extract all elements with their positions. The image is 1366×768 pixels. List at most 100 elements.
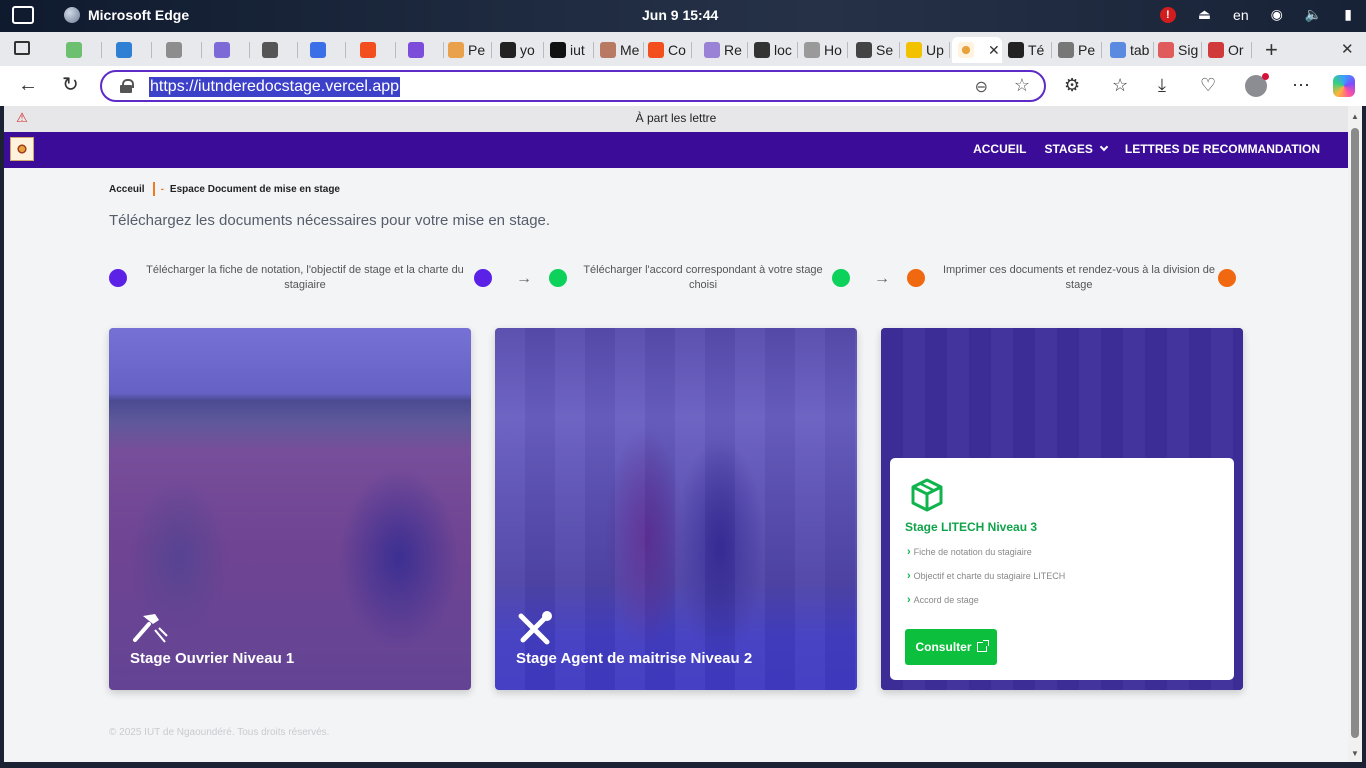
clock[interactable]: Jun 9 15:44	[642, 7, 718, 23]
profile-avatar[interactable]	[1245, 73, 1269, 97]
tab-label: Re	[724, 42, 742, 58]
browser-tab[interactable]	[310, 37, 346, 63]
scroll-up-icon[interactable]: ▲	[1351, 112, 1359, 121]
step-1-end-dot	[474, 269, 492, 287]
tab-favicon-icon	[66, 42, 82, 58]
tab-favicon-icon	[550, 42, 566, 58]
new-tab-button[interactable]: +	[1265, 37, 1278, 63]
consult-button[interactable]: Consulter	[905, 629, 997, 665]
external-link-icon	[976, 640, 989, 652]
browser-tab[interactable]	[214, 37, 250, 63]
chevron-right-icon: ›	[907, 570, 911, 582]
alert-icon[interactable]: !	[1159, 6, 1176, 23]
card-title: Stage LITECH Niveau 3	[905, 520, 1038, 534]
refresh-icon[interactable]: ↻	[62, 75, 79, 95]
favorite-star-icon[interactable]: ☆	[1014, 75, 1030, 96]
browser-tab[interactable]: Me	[600, 37, 644, 63]
browser-tab[interactable]	[408, 37, 444, 63]
system-tray: ! ⏏ en ◉ 🔈 ▮	[1159, 6, 1352, 23]
browser-tab[interactable]: tab	[1110, 37, 1154, 63]
browser-tab[interactable]: iut	[550, 37, 594, 63]
cube-icon	[911, 478, 943, 512]
tab-favicon-icon	[856, 42, 872, 58]
browser-tab[interactable]: Up	[906, 37, 950, 63]
browser-tab[interactable]: Pe	[1058, 37, 1102, 63]
browser-tab[interactable]	[66, 37, 102, 63]
breadcrumb-home[interactable]: Acceuil	[109, 184, 145, 195]
tab-label: yo	[520, 42, 535, 58]
tab-favicon-icon	[804, 42, 820, 58]
active-app[interactable]: Microsoft Edge	[12, 6, 189, 24]
copilot-icon[interactable]	[1333, 75, 1355, 97]
tab-favicon-icon	[214, 42, 230, 58]
tab-label: iut	[570, 42, 585, 58]
health-icon[interactable]: ♡	[1200, 75, 1216, 95]
site-logo[interactable]	[10, 137, 34, 161]
browser-tab[interactable]: yo	[500, 37, 544, 63]
browser-tab[interactable]: Or	[1208, 37, 1252, 63]
browser-tab[interactable]: Co	[648, 37, 692, 63]
browser-tab[interactable]: Té	[1008, 37, 1052, 63]
workspace-icon[interactable]	[12, 6, 34, 24]
tab-favicon-icon	[360, 42, 376, 58]
close-window-icon[interactable]: ✕	[1341, 40, 1354, 58]
nav-stages[interactable]: STAGES	[1044, 142, 1109, 156]
scrollbar-thumb[interactable]	[1351, 128, 1359, 738]
chevron-right-icon: ›	[907, 546, 911, 558]
step-3-text: Imprimer ces documents et rendez-vous à …	[942, 264, 1216, 291]
lock-icon[interactable]	[120, 79, 134, 93]
announcement-banner: ⚠ À part les lettre	[4, 106, 1348, 132]
browser-tab-active[interactable]: ✕	[952, 37, 1002, 63]
volume-icon[interactable]: 🔈	[1305, 6, 1322, 23]
page-scrollbar[interactable]: ▲ ▼	[1348, 106, 1362, 762]
favorites-icon[interactable]: ☆	[1112, 75, 1128, 95]
card-stage-ouvrier[interactable]: Stage Ouvrier Niveau 1	[109, 328, 471, 690]
downloads-icon[interactable]: ⤓	[1158, 75, 1166, 95]
browser-tab[interactable]	[360, 37, 396, 63]
tab-favicon-icon	[1008, 42, 1024, 58]
browser-tab[interactable]	[166, 37, 202, 63]
extensions-icon[interactable]: ⚙	[1064, 75, 1080, 95]
browser-tab[interactable]: Se	[856, 37, 900, 63]
tab-actions-icon[interactable]	[14, 41, 30, 55]
url-text[interactable]: https://iutnderedocstage.vercel.app	[149, 77, 401, 97]
tab-favicon-icon	[704, 42, 720, 58]
consult-button-label: Consulter	[915, 640, 972, 654]
list-item: › Fiche de notation du stagiaire	[907, 546, 1032, 558]
browser-tab[interactable]: Re	[704, 37, 748, 63]
tab-favicon-icon	[1208, 42, 1224, 58]
tab-favicon-icon	[166, 42, 182, 58]
chevron-down-icon	[1099, 142, 1109, 152]
scroll-down-icon[interactable]: ▼	[1351, 749, 1359, 758]
browser-tab[interactable]: Pe	[448, 37, 492, 63]
nav-home[interactable]: ACCUEIL	[973, 142, 1026, 156]
card-stage-litech[interactable]: Stage LITECH Niveau 3 › Fiche de notation…	[881, 328, 1243, 690]
close-tab-icon[interactable]: ✕	[988, 42, 1000, 59]
language-indicator[interactable]: en	[1233, 7, 1249, 23]
list-item: › Objectif et charte du stagiaire LITECH	[907, 570, 1066, 582]
wifi-icon[interactable]: ◉	[1271, 6, 1283, 23]
tab-label: Pe	[468, 42, 486, 58]
tab-label: loc	[774, 42, 792, 58]
browser-tab[interactable]: loc	[754, 37, 798, 63]
browser-tab[interactable]	[262, 37, 298, 63]
tools-icon	[518, 611, 552, 645]
battery-icon[interactable]: ▮	[1344, 6, 1352, 23]
tab-favicon-icon	[1158, 42, 1174, 58]
breadcrumb-separator	[152, 182, 155, 196]
card-stage-agent-maitrise[interactable]: Stage Agent de maitrise Niveau 2	[495, 328, 857, 690]
browser-tab[interactable]	[116, 37, 152, 63]
zoom-icon[interactable]: ⊖	[975, 77, 988, 97]
tab-label: Up	[926, 42, 944, 58]
tab-favicon-icon	[754, 42, 770, 58]
back-icon[interactable]: ←	[18, 75, 38, 95]
nav-letters[interactable]: LETTRES DE RECOMMANDATION	[1125, 142, 1320, 156]
more-menu-icon[interactable]: ⋯	[1292, 75, 1310, 95]
step-2-text: Télécharger l'accord correspondant à vot…	[583, 264, 823, 291]
upload-icon[interactable]: ⏏	[1198, 6, 1211, 23]
browser-tab[interactable]: Ho	[804, 37, 848, 63]
address-bar[interactable]: https://iutnderedocstage.vercel.app ⊖ ☆	[100, 70, 1046, 102]
card-title: Stage Agent de maitrise Niveau 2	[516, 650, 753, 667]
step-2-start-dot	[549, 269, 567, 287]
browser-tab[interactable]: Sig	[1158, 37, 1202, 63]
